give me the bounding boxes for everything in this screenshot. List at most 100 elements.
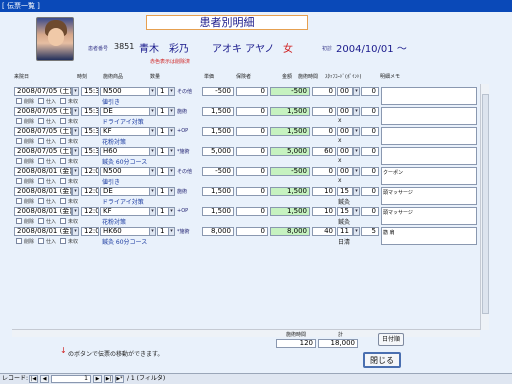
point-field[interactable]: 0: [361, 167, 379, 176]
item-dropdown-icon[interactable]: ▾: [149, 127, 156, 136]
delete-checkbox[interactable]: [16, 98, 22, 104]
date-field[interactable]: 2008/07/05 (土): [14, 107, 72, 116]
time-field[interactable]: 12:00: [81, 167, 99, 176]
unpaid-checkbox[interactable]: [60, 218, 66, 224]
point-field[interactable]: 5: [361, 227, 379, 236]
table-row[interactable]: 2008/07/05 (土)▾15:30KF▾1▾+OP1,50001,5000…: [14, 127, 478, 147]
item-code-field[interactable]: KF: [100, 207, 150, 216]
unpaid-checkbox[interactable]: [60, 138, 66, 144]
duration-field[interactable]: 0: [312, 107, 336, 116]
date-field[interactable]: 2008/08/01 (金): [14, 187, 72, 196]
stock-checkbox[interactable]: [38, 98, 44, 104]
close-button[interactable]: 閉じる: [363, 352, 401, 368]
next-record-icon[interactable]: ▶: [93, 375, 102, 383]
unit-price-field[interactable]: 1,500: [202, 127, 234, 136]
new-record-icon[interactable]: ▶*: [115, 375, 124, 383]
point-field[interactable]: 0: [361, 187, 379, 196]
duration-field[interactable]: 0: [312, 87, 336, 96]
stock-checkbox[interactable]: [38, 138, 44, 144]
unpaid-checkbox[interactable]: [60, 98, 66, 104]
point-field[interactable]: 0: [361, 107, 379, 116]
unit-price-field[interactable]: -500: [202, 167, 234, 176]
date-field[interactable]: 2008/07/05 (土): [14, 87, 72, 96]
sort-by-date-button[interactable]: 日付順: [378, 333, 404, 346]
unit-price-field[interactable]: 1,500: [202, 107, 234, 116]
qty-dropdown-icon[interactable]: ▾: [168, 207, 175, 216]
staff-dropdown-icon[interactable]: ▾: [353, 207, 360, 216]
qty-dropdown-icon[interactable]: ▾: [168, 87, 175, 96]
prev-record-icon[interactable]: ◀: [40, 375, 49, 383]
unpaid-checkbox[interactable]: [60, 118, 66, 124]
memo-field[interactable]: [381, 127, 477, 145]
delete-checkbox[interactable]: [16, 178, 22, 184]
date-dropdown-icon[interactable]: ▾: [72, 227, 79, 236]
item-code-field[interactable]: H60: [100, 147, 150, 156]
unpaid-checkbox[interactable]: [60, 178, 66, 184]
time-field[interactable]: 12:00: [81, 187, 99, 196]
qty-dropdown-icon[interactable]: ▾: [168, 227, 175, 236]
item-dropdown-icon[interactable]: ▾: [149, 167, 156, 176]
table-row[interactable]: 2008/07/05 (土)▾15:30N500▾1▾その他-5000-5000…: [14, 87, 478, 107]
staff-dropdown-icon[interactable]: ▾: [353, 147, 360, 156]
unit-price-field[interactable]: 1,500: [202, 207, 234, 216]
time-field[interactable]: 15:30: [81, 127, 99, 136]
staff-dropdown-icon[interactable]: ▾: [353, 167, 360, 176]
insurance-field[interactable]: 0: [236, 187, 268, 196]
stock-checkbox[interactable]: [38, 118, 44, 124]
first-record-icon[interactable]: |◀: [29, 375, 38, 383]
date-dropdown-icon[interactable]: ▾: [72, 127, 79, 136]
item-code-field[interactable]: N500: [100, 87, 150, 96]
stock-checkbox[interactable]: [38, 218, 44, 224]
duration-field[interactable]: 0: [312, 127, 336, 136]
unit-price-field[interactable]: 5,000: [202, 147, 234, 156]
time-field[interactable]: 15:30: [81, 107, 99, 116]
duration-field[interactable]: 10: [312, 187, 336, 196]
date-dropdown-icon[interactable]: ▾: [72, 87, 79, 96]
memo-field[interactable]: クーポン: [381, 167, 477, 185]
date-field[interactable]: 2008/08/01 (金): [14, 207, 72, 216]
horizontal-scrollbar[interactable]: [12, 329, 480, 337]
item-dropdown-icon[interactable]: ▾: [149, 147, 156, 156]
item-dropdown-icon[interactable]: ▾: [149, 187, 156, 196]
date-field[interactable]: 2008/08/01 (金): [14, 227, 72, 236]
staff-code-field[interactable]: 15: [337, 187, 353, 196]
duration-field[interactable]: 40: [312, 227, 336, 236]
qty-dropdown-icon[interactable]: ▾: [168, 187, 175, 196]
delete-checkbox[interactable]: [16, 158, 22, 164]
point-field[interactable]: 0: [361, 207, 379, 216]
delete-checkbox[interactable]: [16, 198, 22, 204]
memo-field[interactable]: 頭マッサージ: [381, 187, 477, 205]
insurance-field[interactable]: 0: [236, 207, 268, 216]
delete-checkbox[interactable]: [16, 118, 22, 124]
insurance-field[interactable]: 0: [236, 87, 268, 96]
table-row[interactable]: 2008/08/01 (金)▾12:00DE▾1▾施術1,50001,50010…: [14, 187, 478, 207]
staff-dropdown-icon[interactable]: ▾: [353, 107, 360, 116]
item-dropdown-icon[interactable]: ▾: [149, 87, 156, 96]
table-row[interactable]: 2008/08/01 (金)▾12:00KF▾1▾+OP1,50001,5001…: [14, 207, 478, 227]
duration-field[interactable]: 0: [312, 167, 336, 176]
unit-price-field[interactable]: 1,500: [202, 187, 234, 196]
item-code-field[interactable]: KF: [100, 127, 150, 136]
stock-checkbox[interactable]: [38, 238, 44, 244]
stock-checkbox[interactable]: [38, 198, 44, 204]
date-field[interactable]: 2008/07/05 (土): [14, 127, 72, 136]
table-row[interactable]: 2008/08/01 (金)▾12:00HK60▾1▾*施術8,00008,00…: [14, 227, 478, 247]
qty-dropdown-icon[interactable]: ▾: [168, 167, 175, 176]
time-field[interactable]: 12:00: [81, 227, 99, 236]
vertical-scrollbar[interactable]: [480, 84, 489, 330]
qty-dropdown-icon[interactable]: ▾: [168, 147, 175, 156]
staff-dropdown-icon[interactable]: ▾: [353, 87, 360, 96]
delete-checkbox[interactable]: [16, 218, 22, 224]
memo-field[interactable]: [381, 147, 477, 165]
time-field[interactable]: 12:00: [81, 207, 99, 216]
memo-field[interactable]: 頭マッサージ: [381, 207, 477, 225]
item-dropdown-icon[interactable]: ▾: [149, 227, 156, 236]
memo-field[interactable]: [381, 87, 477, 105]
unpaid-checkbox[interactable]: [60, 198, 66, 204]
staff-dropdown-icon[interactable]: ▾: [353, 187, 360, 196]
record-number-input[interactable]: 1: [51, 375, 91, 383]
delete-checkbox[interactable]: [16, 238, 22, 244]
duration-field[interactable]: 10: [312, 207, 336, 216]
time-field[interactable]: 15:30: [81, 87, 99, 96]
insurance-field[interactable]: 0: [236, 167, 268, 176]
